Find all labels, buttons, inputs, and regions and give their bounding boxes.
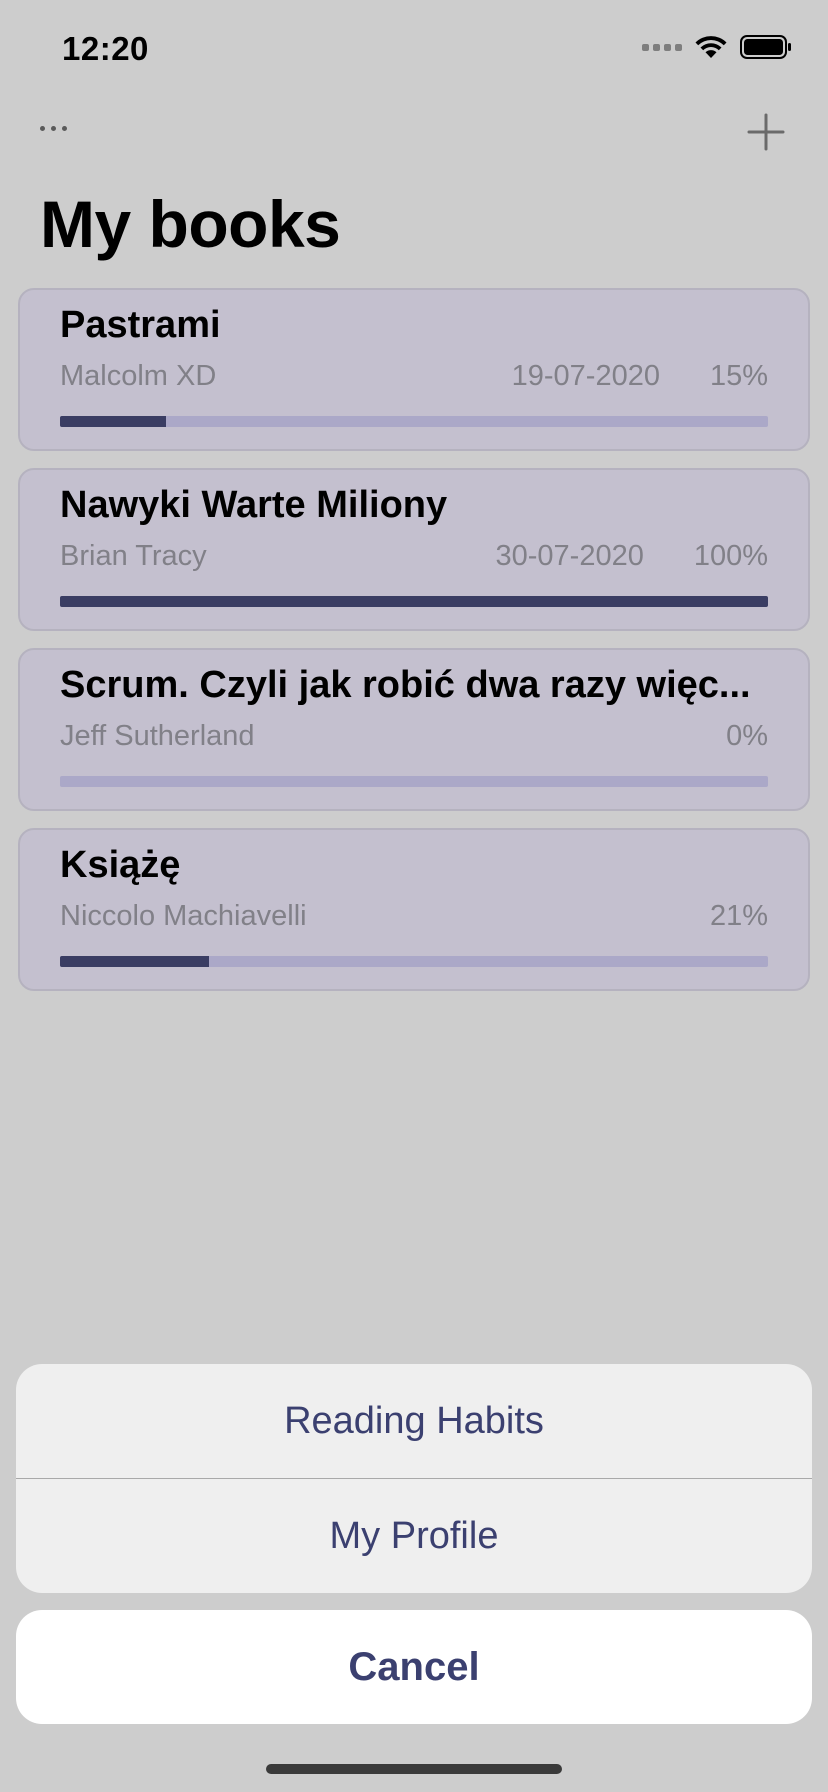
book-author: Malcolm XD (60, 360, 217, 392)
book-percent: 0% (726, 720, 768, 752)
book-meta: Brian Tracy 30-07-2020 100% (60, 540, 768, 573)
book-author: Jeff Sutherland (60, 720, 255, 752)
book-progress-bar (60, 416, 768, 427)
battery-icon (740, 35, 791, 59)
status-time: 12:20 (62, 30, 149, 67)
book-title: Książę (60, 844, 181, 886)
wifi-icon (695, 36, 727, 58)
book-progress-fill (60, 596, 768, 607)
status-icons (642, 34, 792, 60)
ellipsis-icon (40, 125, 45, 131)
action-sheet: Reading Habits My Profile (16, 1364, 812, 1593)
reading-habits-button[interactable]: Reading Habits (16, 1364, 812, 1478)
book-date: 19-07-2020 (511, 360, 660, 392)
cellular-signal-icon (642, 43, 682, 51)
book-card[interactable]: Książę Niccolo Machiavelli 21% (18, 828, 810, 991)
my-profile-button[interactable]: My Profile (16, 1479, 812, 1593)
cancel-button[interactable]: Cancel (16, 1610, 812, 1724)
book-card[interactable]: Nawyki Warte Miliony Brian Tracy 30-07-2… (18, 468, 810, 631)
book-card[interactable]: Scrum. Czyli jak robić dwa razy więc... … (18, 648, 810, 811)
book-meta: Niccolo Machiavelli 21% (60, 900, 768, 933)
book-title: Scrum. Czyli jak robić dwa razy więc... (60, 664, 751, 706)
plus-icon (747, 113, 785, 151)
more-button[interactable] (40, 118, 72, 138)
book-percent: 15% (709, 360, 768, 392)
book-percent: 21% (709, 900, 768, 932)
book-percent: 100% (693, 540, 768, 572)
book-date: 30-07-2020 (495, 540, 644, 572)
screen: 12:20 My books Pastrami Malcolm XD 19-07… (0, 0, 828, 1792)
book-meta: Jeff Sutherland 0% (60, 720, 768, 753)
book-author: Brian Tracy (60, 540, 207, 572)
home-indicator (266, 1764, 562, 1774)
book-meta: Malcolm XD 19-07-2020 15% (60, 360, 768, 393)
book-title: Pastrami (60, 304, 221, 346)
book-progress-fill (60, 956, 209, 967)
book-title: Nawyki Warte Miliony (60, 484, 448, 526)
book-card[interactable]: Pastrami Malcolm XD 19-07-2020 15% (18, 288, 810, 451)
add-book-button[interactable] (746, 112, 786, 152)
page-title: My books (40, 187, 341, 261)
book-progress-bar (60, 776, 768, 787)
book-author: Niccolo Machiavelli (60, 900, 307, 932)
book-progress-fill (60, 416, 167, 427)
book-progress-bar (60, 956, 768, 967)
book-list: Pastrami Malcolm XD 19-07-2020 15% Nawyk… (18, 288, 810, 1008)
book-progress-bar (60, 596, 768, 607)
